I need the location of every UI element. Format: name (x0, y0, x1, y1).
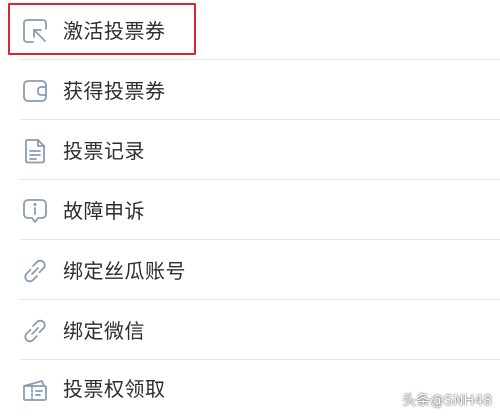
menu-item-bind-wechat[interactable]: 绑定微信 (0, 300, 500, 360)
wallet-icon (20, 76, 50, 106)
menu-item-fault-appeal[interactable]: 故障申诉 (0, 180, 500, 240)
link-icon (20, 256, 50, 286)
menu-item-bind-sigua-account[interactable]: 绑定丝瓜账号 (0, 240, 500, 300)
menu-item-label: 绑定微信 (63, 319, 145, 343)
menu-item-label: 投票记录 (63, 139, 145, 163)
info-icon (20, 196, 50, 226)
highlight-box (8, 3, 196, 55)
menu-list: 激活投票券 获得投票券 投票记录 故障申诉 绑定丝瓜账号 绑定微信 投票权领取 … (0, 0, 500, 418)
menu-item-label: 获得投票券 (63, 79, 166, 103)
document-icon (20, 136, 50, 166)
menu-item-get-ticket[interactable]: 获得投票券 (0, 60, 500, 120)
link-icon (20, 316, 50, 346)
menu-item-label: 绑定丝瓜账号 (63, 259, 186, 283)
menu-item-label: 投票权领取 (63, 377, 166, 401)
menu-item-vote-records[interactable]: 投票记录 (0, 120, 500, 180)
ticket-icon (20, 374, 50, 404)
watermark: 头条@SNH48 (402, 393, 492, 409)
menu-item-label: 故障申诉 (63, 199, 145, 223)
